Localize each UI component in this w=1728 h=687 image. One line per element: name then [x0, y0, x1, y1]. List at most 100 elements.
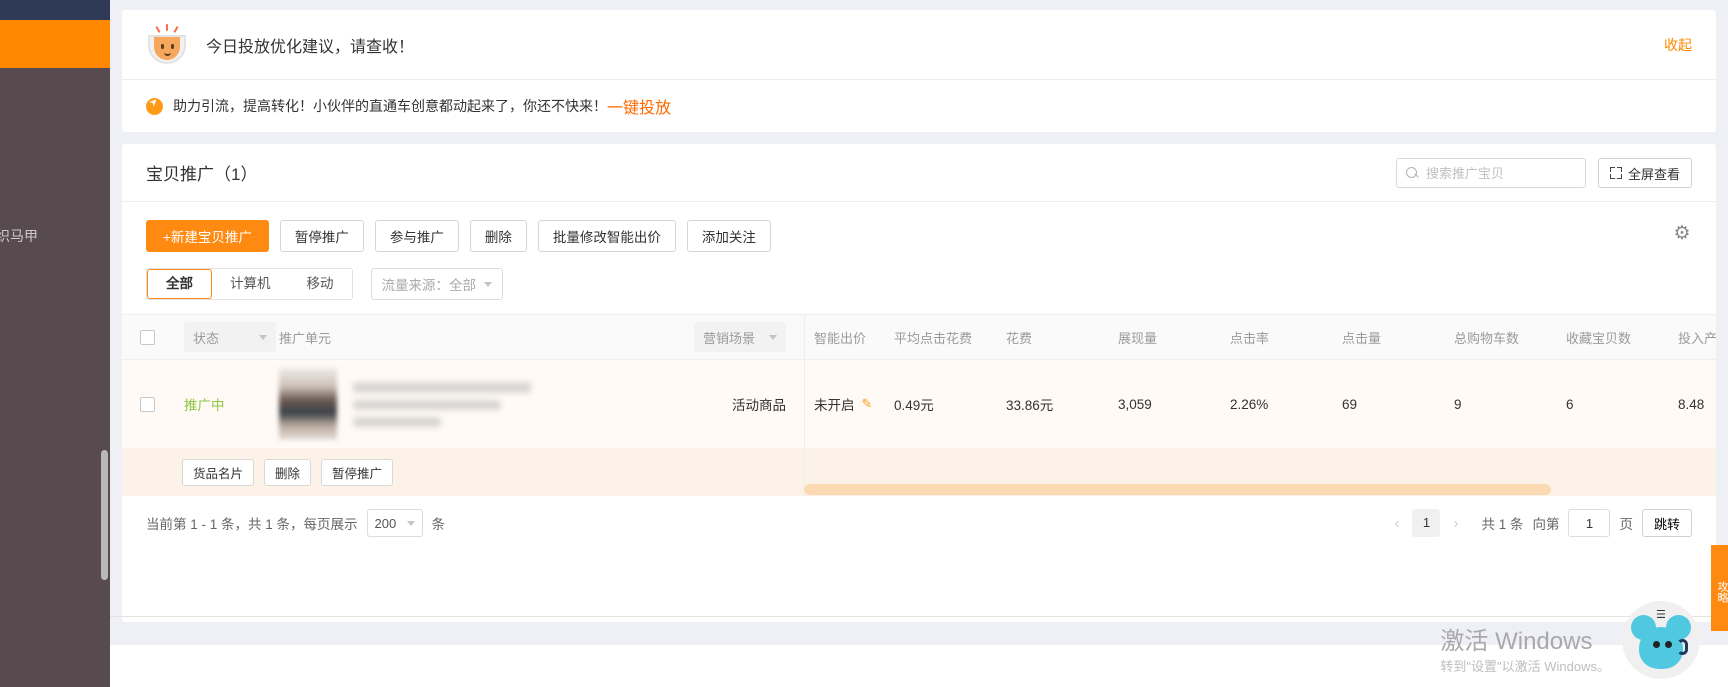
sidebar-list: 毛衣 衣 衣 君 106-针织马甲 古开衫 裙 11 装 衣裙: [0, 0, 110, 687]
header-ctr[interactable]: 点击率: [1230, 328, 1342, 347]
new-promotion-button[interactable]: +新建宝贝推广: [146, 220, 269, 252]
sidebar-item-7[interactable]: 11: [0, 356, 110, 404]
product-card-button[interactable]: 货品名片: [182, 458, 255, 486]
cell-unit: [279, 368, 599, 440]
pager: ‹ 1 › 共 1 条 向第 页 跳转: [1390, 509, 1692, 537]
pencil-icon[interactable]: ✎: [862, 396, 873, 412]
status-filter-select[interactable]: 状态: [184, 322, 276, 352]
sidebar-item-6[interactable]: 裙: [0, 308, 110, 356]
row-checkbox[interactable]: [140, 396, 155, 412]
table-header-row: 状态 推广单元 营销场景 智能出价 平均点击花费 花费 展现量 点击率 点击量 …: [122, 314, 1716, 360]
per-page-select[interactable]: 200: [366, 509, 423, 537]
row-delete-button[interactable]: 删除: [264, 458, 312, 486]
promotion-table: 状态 推广单元 营销场景 智能出价 平均点击花费 花费 展现量 点击率 点击量 …: [122, 314, 1716, 496]
chevron-right-icon[interactable]: ›: [1449, 515, 1462, 532]
header-clicks[interactable]: 点击量: [1342, 328, 1454, 347]
app-root: 毛衣 衣 衣 君 106-针织马甲 古开衫 裙 11 装 衣裙 今日投放优化建议…: [0, 0, 1728, 687]
product-thumbnail: [279, 368, 337, 440]
header-roi[interactable]: 投入产出比: [1678, 328, 1716, 347]
promotion-header: 宝贝推广（1） 全屏查看: [122, 144, 1716, 202]
action-toolbar: +新建宝贝推广 暂停推广 参与推广 删除 批量修改智能出价 添加关注 ⚙: [122, 202, 1716, 252]
page-title: 宝贝推广（1）: [146, 165, 258, 184]
header-smart-bid[interactable]: 智能出价: [804, 328, 894, 347]
scene-value: 活动商品: [732, 398, 786, 413]
header-actions: 全屏查看: [1395, 158, 1692, 188]
cell-carts: 9: [1454, 396, 1462, 412]
chevron-down-icon: [769, 334, 777, 340]
sidebar-scrollbar[interactable]: [101, 450, 108, 580]
cell-clicks: 69: [1342, 396, 1358, 412]
header-impressions[interactable]: 展现量: [1118, 328, 1230, 347]
cell-scene: 活动商品: [599, 394, 804, 414]
row-pause-button[interactable]: 暂停推广: [321, 458, 394, 486]
header-scene-label: 营销场景: [703, 330, 756, 346]
header-carts[interactable]: 总购物车数: [1454, 328, 1566, 347]
product-info-blurred: [353, 381, 531, 427]
pagination-summary-suffix: 条: [431, 517, 446, 532]
jump-page-input[interactable]: [1568, 509, 1611, 537]
notice-header: 今日投放优化建议，请查收！ 收起: [122, 10, 1716, 80]
notice-card: 今日投放优化建议，请查收！ 收起 助力引流，提高转化！小伙伴的直通车创意都动起来…: [122, 10, 1716, 132]
jump-button[interactable]: 跳转: [1641, 509, 1692, 537]
search-icon: [1405, 166, 1419, 180]
sidebar-item-8[interactable]: 装: [0, 404, 110, 452]
sidebar-item-4[interactable]: 106-针织马甲: [0, 212, 110, 260]
row-select-cell: [122, 396, 164, 412]
sidebar-item-9[interactable]: 衣裙: [0, 452, 110, 500]
horizontal-scrollbar[interactable]: [804, 484, 1551, 495]
rocket-icon: [146, 97, 163, 115]
header-avg-click-cost[interactable]: 平均点击花费: [894, 328, 1006, 347]
tab-all[interactable]: 全部: [147, 269, 212, 299]
pagination-total: 共 1 条: [1481, 517, 1524, 532]
strategy-side-tab[interactable]: 攻略: [1711, 545, 1728, 631]
tab-mobile[interactable]: 移动: [288, 269, 352, 299]
batch-edit-smart-bid-button[interactable]: 批量修改智能出价: [537, 220, 676, 252]
cell-ctr: 2.26%: [1230, 396, 1269, 412]
notice-collapse-button[interactable]: 收起: [1664, 35, 1692, 55]
search-box[interactable]: [1395, 158, 1586, 188]
header-favorites[interactable]: 收藏宝贝数: [1566, 328, 1678, 347]
pagination-summary-prefix: 当前第 1 - 1 条，共 1 条，每页展示: [146, 517, 358, 532]
jump-unit: 页: [1619, 517, 1633, 532]
search-input[interactable]: [1425, 165, 1566, 181]
customer-service-mouse-icon[interactable]: ☰: [1622, 601, 1700, 679]
main-content: 今日投放优化建议，请查收！ 收起 助力引流，提高转化！小伙伴的直通车创意都动起来…: [110, 0, 1728, 687]
sidebar-item-0[interactable]: 毛衣: [0, 20, 110, 68]
delete-button[interactable]: 删除: [469, 220, 527, 252]
sidebar-item-3[interactable]: 君: [0, 164, 110, 212]
expand-icon: [1609, 167, 1622, 179]
page-number-1[interactable]: 1: [1412, 509, 1441, 537]
cell-favorites: 6: [1566, 396, 1574, 412]
traffic-source-select[interactable]: 流量来源：全部: [370, 268, 503, 300]
sidebar-item-5[interactable]: 古开衫: [0, 260, 110, 308]
table-row[interactable]: 推广中 活动商品 未开启 ✎ 0.49元 33.86元 3,059 2.26% …: [122, 360, 1716, 448]
cell-cost: 33.86元: [1006, 398, 1054, 413]
promotion-card: 宝贝推广（1） 全屏查看 +新建宝贝推广 暂停推广 参与推广 删除: [122, 144, 1716, 622]
sidebar-item-1[interactable]: 衣: [0, 68, 110, 116]
tab-pc[interactable]: 计算机: [212, 269, 289, 299]
chevron-left-icon[interactable]: ‹: [1390, 515, 1403, 532]
header-cost[interactable]: 花费: [1006, 328, 1118, 347]
device-segmented-control: 全部 计算机 移动: [146, 268, 353, 300]
jump-prefix: 向第: [1532, 517, 1560, 532]
header-status-label: 状态: [193, 330, 220, 346]
fullscreen-button[interactable]: 全屏查看: [1597, 158, 1692, 188]
one-click-launch-link[interactable]: 一键投放: [607, 94, 671, 118]
header-unit: 推广单元: [279, 330, 332, 346]
gear-icon[interactable]: ⚙: [1672, 224, 1692, 244]
join-promotion-button[interactable]: 参与推广: [374, 220, 459, 252]
select-all-checkbox[interactable]: [140, 329, 155, 345]
add-follow-button[interactable]: 添加关注: [686, 220, 771, 252]
chevron-down-icon: [484, 281, 492, 287]
table-frozen-divider: [804, 314, 805, 496]
sidebar-top-strip: [0, 0, 110, 20]
pause-promotion-button[interactable]: 暂停推广: [279, 220, 364, 252]
sidebar-item-2[interactable]: 衣: [0, 116, 110, 164]
windows-activation-title: 激活 Windows: [1440, 628, 1593, 655]
status-badge: 推广中: [184, 397, 225, 413]
header-scene: 营销场景: [599, 322, 804, 352]
cell-avg-click-cost: 0.49元: [894, 398, 934, 413]
windows-activation-watermark: 激活 Windows 转到"设置"以激活 Windows。: [1440, 628, 1610, 675]
chevron-down-icon: [259, 334, 267, 340]
scene-filter-select[interactable]: 营销场景: [694, 322, 786, 352]
